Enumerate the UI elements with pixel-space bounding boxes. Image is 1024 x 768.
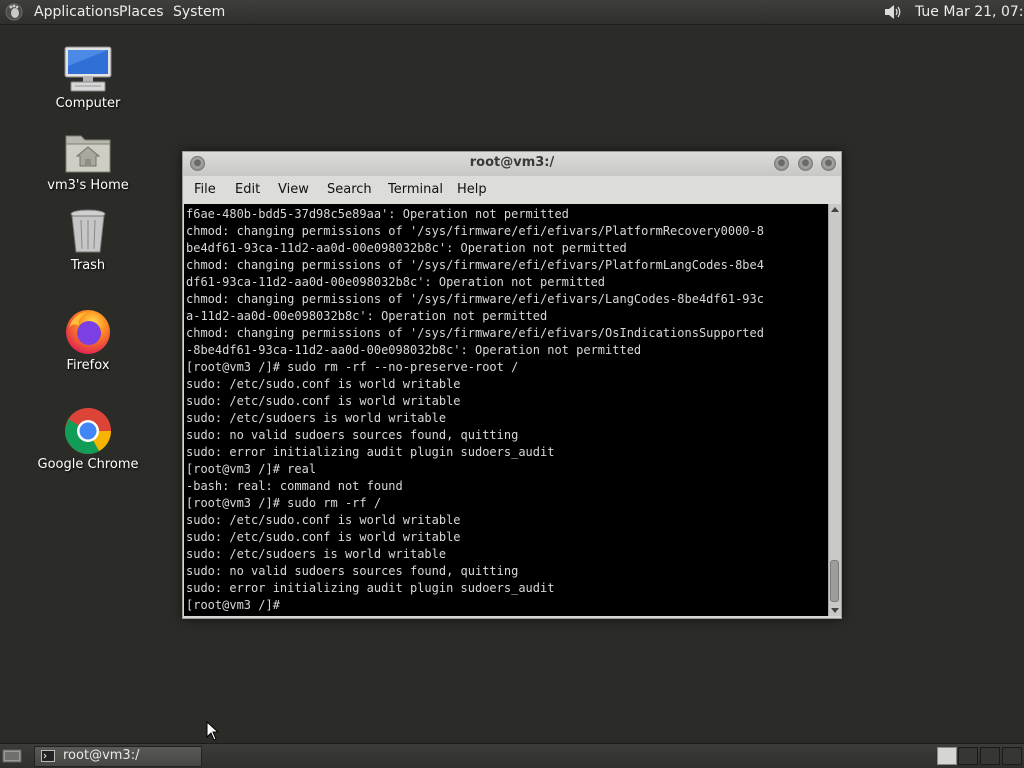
terminal-line: a-11d2-aa0d-00e098032b8c': Operation not… [186, 309, 548, 323]
menu-search[interactable]: Search [327, 182, 372, 197]
scrollbar-thumb[interactable] [830, 560, 839, 602]
terminal-line: sudo: no valid sudoers sources found, qu… [186, 428, 519, 442]
clock[interactable]: Tue Mar 21, 07:02 [915, 3, 1024, 21]
terminal-window[interactable]: root@vm3:/ File Edit View Search Termina… [182, 151, 842, 619]
terminal-line: -8be4df61-93ca-11d2-aa0d-00e098032b8c': … [186, 343, 642, 357]
top-panel: Applications Places System Tue Mar 21, 0… [0, 0, 1024, 25]
terminal-line: sudo: /etc/sudoers is world writable [186, 547, 447, 561]
workspace-2[interactable] [958, 747, 978, 765]
menu-terminal[interactable]: Terminal [388, 182, 443, 197]
taskbar-button-terminal[interactable]: root@vm3:/ [34, 746, 202, 767]
desktop-icon-label: Google Chrome [37, 457, 139, 472]
terminal-line: f6ae-480b-bdd5-37d98c5e89aa': Operation … [186, 207, 569, 221]
desktop-icon-label: Trash [70, 258, 106, 273]
menu-applications[interactable]: Applications [34, 3, 120, 21]
firefox-icon [66, 310, 110, 354]
desktop-icon-computer[interactable]: Computer [33, 46, 143, 112]
terminal-line: chmod: changing permissions of '/sys/fir… [186, 224, 764, 238]
menu-file[interactable]: File [194, 182, 216, 197]
desktop-icon-label: Computer [55, 96, 121, 111]
minimize-button[interactable] [774, 156, 789, 171]
terminal-line: sudo: error initializing audit plugin su… [186, 445, 555, 459]
taskbar-label: root@vm3:/ [63, 748, 140, 763]
workspace-3[interactable] [980, 747, 1000, 765]
mouse-pointer-icon [206, 721, 220, 741]
terminal-line: sudo: /etc/sudo.conf is world writable [186, 513, 461, 527]
terminal-line: be4df61-93ca-11d2-aa0d-00e098032b8c': Op… [186, 241, 627, 255]
window-title: root@vm3:/ [469, 155, 555, 170]
chrome-icon [65, 408, 111, 454]
desktop-icon-chrome[interactable]: Google Chrome [33, 407, 143, 473]
home-folder-icon [65, 135, 111, 173]
terminal-icon [41, 750, 55, 762]
terminal-line: sudo: /etc/sudo.conf is world writable [186, 394, 461, 408]
gnome-foot-icon[interactable] [4, 2, 24, 22]
terminal-line: [root@vm3 /]# sudo rm -rf --no-preserve-… [186, 360, 519, 374]
bottom-panel: root@vm3:/ [0, 743, 1024, 768]
window-titlebar[interactable]: root@vm3:/ [183, 152, 841, 176]
speaker-icon[interactable] [882, 2, 904, 22]
workspace-4[interactable] [1002, 747, 1022, 765]
maximize-button[interactable] [798, 156, 813, 171]
workspace-1[interactable] [937, 747, 957, 765]
terminal-output[interactable]: f6ae-480b-bdd5-37d98c5e89aa': Operation … [184, 204, 828, 616]
terminal-line: chmod: changing permissions of '/sys/fir… [186, 292, 764, 306]
desktop-icon-label: Firefox [66, 358, 110, 373]
desktop-icon-firefox[interactable]: Firefox [33, 308, 143, 374]
scroll-down-arrow-icon[interactable] [831, 608, 839, 613]
terminal-line: sudo: error initializing audit plugin su… [186, 581, 555, 595]
menu-view[interactable]: View [278, 182, 309, 197]
desktop-icon-label: vm3's Home [47, 178, 129, 193]
trash-icon [70, 209, 106, 253]
terminal-line: sudo: /etc/sudo.conf is world writable [186, 377, 461, 391]
terminal-scrollbar[interactable] [828, 204, 841, 616]
desktop-icon-home[interactable]: vm3's Home [33, 128, 143, 194]
terminal-line: sudo: no valid sudoers sources found, qu… [186, 564, 519, 578]
terminal-line: [root@vm3 /]# real [186, 462, 317, 476]
terminal-line: chmod: changing permissions of '/sys/fir… [186, 258, 764, 272]
menu-help[interactable]: Help [457, 182, 487, 197]
terminal-line: [root@vm3 /]# sudo rm -rf / [186, 496, 382, 510]
close-button[interactable] [821, 156, 836, 171]
terminal-line: df61-93ca-11d2-aa0d-00e098032b8c': Opera… [186, 275, 606, 289]
scroll-up-arrow-icon[interactable] [831, 207, 839, 212]
menu-system[interactable]: System [173, 3, 225, 21]
terminal-line: sudo: /etc/sudoers is world writable [186, 411, 447, 425]
show-desktop-icon[interactable] [2, 748, 22, 764]
terminal-line: -bash: real: command not found [186, 479, 403, 493]
computer-icon [64, 46, 112, 92]
terminal-line: [root@vm3 /]# [186, 598, 288, 612]
terminal-line: chmod: changing permissions of '/sys/fir… [186, 326, 764, 340]
terminal-text: f6ae-480b-bdd5-37d98c5e89aa': Operation … [186, 206, 764, 614]
terminal-line: sudo: /etc/sudo.conf is world writable [186, 530, 461, 544]
menu-places[interactable]: Places [119, 3, 164, 21]
desktop-icon-trash[interactable]: Trash [33, 208, 143, 274]
terminal-menubar: File Edit View Search Terminal Help [183, 176, 841, 204]
menu-edit[interactable]: Edit [235, 182, 260, 197]
